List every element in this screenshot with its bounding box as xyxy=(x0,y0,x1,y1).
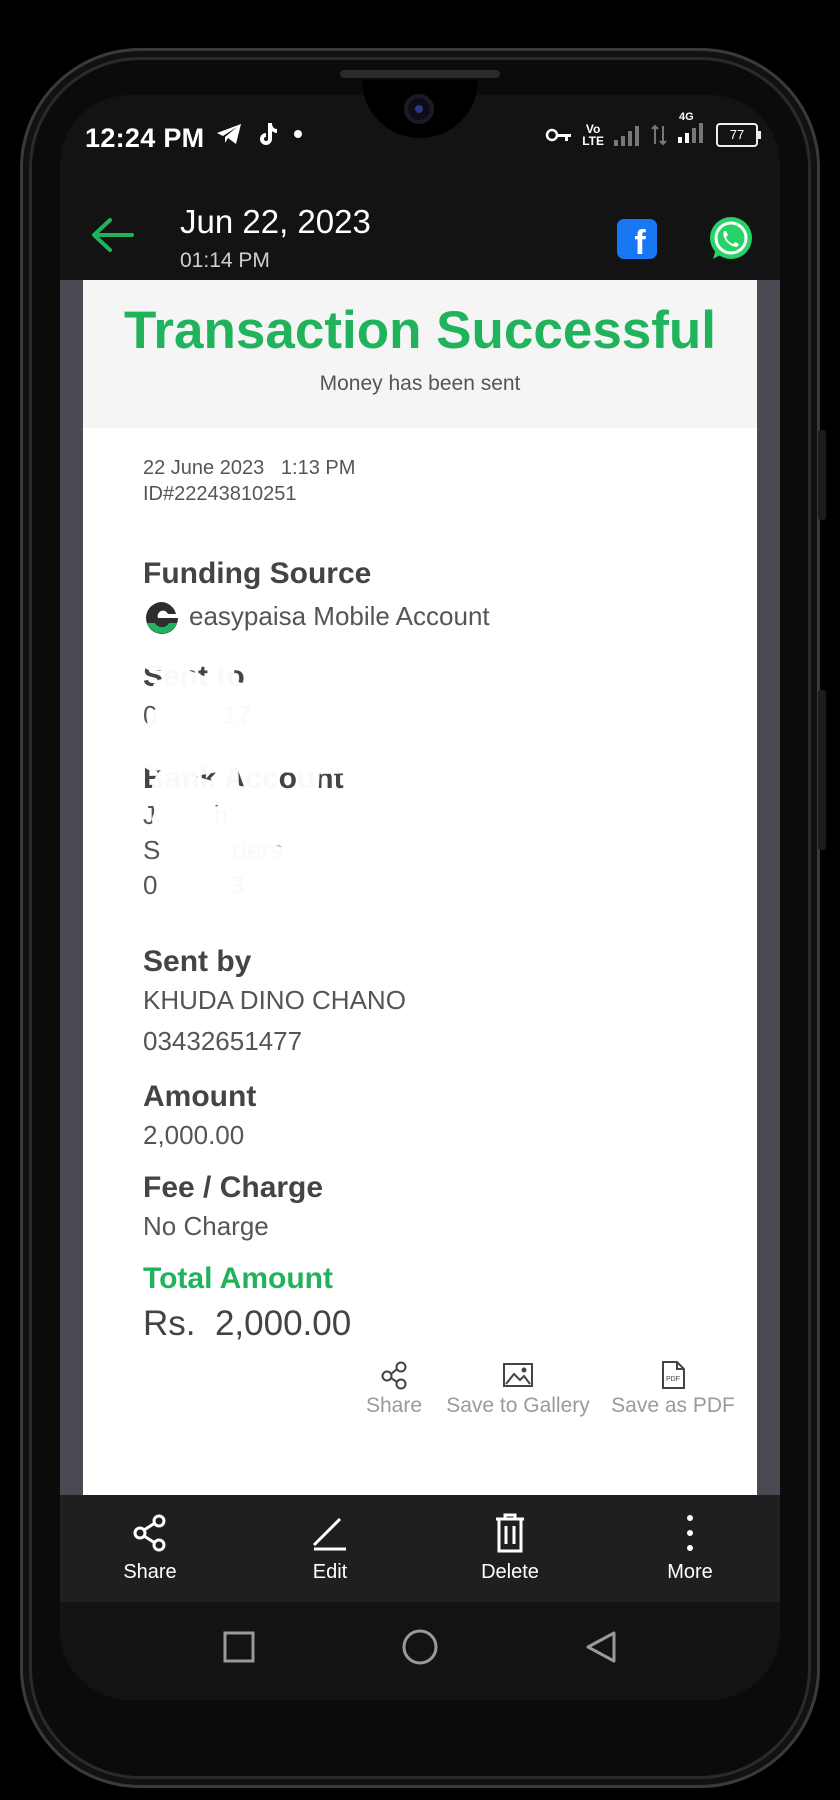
vpn-key-icon xyxy=(545,128,572,141)
pdf-icon: PDF xyxy=(662,1361,685,1389)
share-icon xyxy=(133,1514,166,1552)
status-system-icons: Vo LTE 4G 77 xyxy=(545,111,761,148)
sent-by-number: 03432651477 xyxy=(143,1026,303,1056)
dot-icon xyxy=(294,130,302,138)
battery-icon: 77 xyxy=(716,122,761,147)
sent-by-section: Sent by KHUDA DINO CHANO 03432651477 xyxy=(143,945,406,1057)
funding-source-label: Funding Source xyxy=(143,557,372,590)
toolbar-edit-button[interactable]: Edit xyxy=(270,1513,390,1584)
transaction-datetime: 22 June 2023 1:13 PM xyxy=(143,457,356,479)
receipt-actions: Share Save to Gallery PDF Save as PDF xyxy=(83,1360,757,1450)
front-camera xyxy=(404,94,434,124)
edit-pencil-icon xyxy=(312,1517,346,1551)
share-icon xyxy=(381,1361,407,1390)
back-nav-icon[interactable] xyxy=(584,1630,618,1664)
signal-bars-4g-icon xyxy=(678,123,703,143)
toolbar-share-button[interactable]: Share xyxy=(90,1513,210,1584)
home-icon[interactable] xyxy=(401,1628,439,1666)
amount-label: Amount xyxy=(143,1080,257,1113)
save-as-pdf-label: Save as PDF xyxy=(611,1394,735,1417)
header-date: Jun 22, 2023 xyxy=(180,203,371,240)
app-header: Jun 22, 2023 01:14 PM f xyxy=(60,177,780,287)
save-as-pdf-button[interactable]: PDF Save as PDF xyxy=(603,1360,743,1418)
receipt-share-button[interactable]: Share xyxy=(351,1360,437,1418)
fee-label: Fee / Charge xyxy=(143,1171,324,1204)
gallery-icon xyxy=(503,1363,533,1387)
phone-speaker xyxy=(340,70,500,78)
toolbar-share-label: Share xyxy=(123,1561,177,1583)
network-type-label: 4G xyxy=(679,111,694,123)
receipt-share-label: Share xyxy=(365,1394,423,1417)
total-amount-value: Rs. 2,000.00 xyxy=(143,1304,352,1343)
more-vertical-icon xyxy=(687,1515,693,1551)
transaction-id: ID#22243810251 xyxy=(143,483,297,505)
fee-value: No Charge xyxy=(143,1211,269,1241)
trash-icon xyxy=(496,1513,524,1553)
svg-text:PDF: PDF xyxy=(666,1376,680,1383)
recent-apps-icon[interactable] xyxy=(222,1630,256,1664)
phone-side-button xyxy=(818,430,826,520)
system-nav-bar xyxy=(60,1602,780,1700)
facebook-glyph: f xyxy=(634,224,646,259)
total-section: Total Amount Rs. 2,000.00 xyxy=(143,1262,351,1344)
funding-source-section: Funding Source easypaisa Mobile Account xyxy=(143,557,490,637)
toolbar-edit-label: Edit xyxy=(312,1561,348,1583)
volte-line2: LTE xyxy=(582,133,604,148)
toolbar-more-label: More xyxy=(667,1561,713,1583)
signal-4g: 4G xyxy=(677,111,707,148)
sent-by-name: KHUDA DINO CHANO xyxy=(143,985,406,1015)
header-time: 01:14 PM xyxy=(180,249,270,272)
data-arrows-icon xyxy=(651,124,667,145)
volte-line1: Vo xyxy=(585,121,601,136)
receipt-header: Transaction Successful Money has been se… xyxy=(83,280,757,428)
amount-section: Amount 2,000.00 xyxy=(143,1080,256,1151)
whatsapp-icon[interactable] xyxy=(707,215,755,263)
status-time: 12:24 PM xyxy=(85,123,205,153)
transaction-status-title: Transaction Successful xyxy=(123,301,717,360)
funding-source-row: easypaisa Mobile Account xyxy=(143,599,490,637)
toolbar-more-button[interactable]: More xyxy=(630,1513,750,1584)
telegram-icon xyxy=(217,124,241,144)
redaction-scribble xyxy=(142,650,379,920)
back-arrow-icon[interactable] xyxy=(90,217,134,253)
facebook-icon[interactable]: f xyxy=(617,219,657,259)
funding-source-value: easypaisa Mobile Account xyxy=(189,600,490,631)
bottom-toolbar: Share Edit Delete More xyxy=(60,1495,780,1602)
volte-icon: Vo LTE xyxy=(582,123,604,147)
save-to-gallery-label: Save to Gallery xyxy=(446,1394,590,1417)
screen: 12:24 PM Vo LTE 4G 77 Jun 22, 2023 01:14… xyxy=(60,95,780,1700)
amount-value: 2,000.00 xyxy=(143,1120,245,1150)
receipt-viewer: Transaction Successful Money has been se… xyxy=(60,280,780,1495)
tiktok-icon xyxy=(260,123,277,145)
signal-bars-icon xyxy=(614,125,639,146)
total-amount-label: Total Amount xyxy=(143,1262,333,1295)
transaction-meta: 22 June 2023 1:13 PM ID#22243810251 xyxy=(143,455,355,507)
save-to-gallery-button[interactable]: Save to Gallery xyxy=(438,1360,598,1418)
phone-volume-button xyxy=(818,690,826,850)
transaction-status-subtitle: Money has been sent xyxy=(319,372,521,395)
sent-by-label: Sent by xyxy=(143,945,252,978)
receipt-card: Transaction Successful Money has been se… xyxy=(83,280,757,1495)
toolbar-delete-label: Delete xyxy=(481,1561,539,1583)
toolbar-delete-button[interactable]: Delete xyxy=(450,1513,570,1584)
easypaisa-logo-icon xyxy=(146,602,178,634)
fee-section: Fee / Charge No Charge xyxy=(143,1171,323,1242)
status-notification-icons xyxy=(215,121,303,147)
